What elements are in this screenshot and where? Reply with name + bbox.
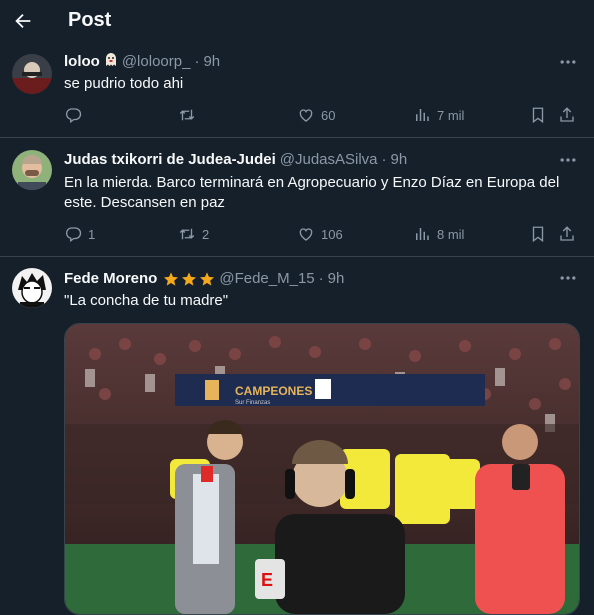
views-count: 8 mil [437,226,465,242]
username[interactable]: @Fede_M_15 [219,270,314,287]
bookmark-icon [532,226,544,243]
avatar[interactable] [12,150,52,190]
display-name[interactable]: Judas txikorri de Judea-Judei [64,151,276,168]
heart-icon [299,228,313,241]
avatar[interactable] [12,54,52,94]
timestamp[interactable]: 9h [328,270,345,287]
separator-dot: · [194,53,200,70]
reply-icon [65,227,82,243]
display-name[interactable]: loloo [64,53,100,70]
tweet-text: En la mierda. Barco terminará en Agropec… [64,174,560,211]
banner-subtext: Sur Finanzas [235,400,270,406]
views-button[interactable]: 7 mil [413,106,464,124]
display-name[interactable]: Fede Moreno [64,270,157,287]
bookmark-icon [532,107,544,124]
views-count: 7 mil [437,107,465,123]
avatar-image [12,150,52,190]
views-chart-icon [416,228,429,240]
tweet-text: se pudrio todo ahi [64,75,184,92]
avatar-image [12,54,52,94]
star-emoji-icon [161,271,215,287]
like-button[interactable]: 106 [297,225,343,243]
views-button[interactable]: 8 mil [413,225,464,243]
views-chart-icon [416,109,429,121]
retweet-icon [179,228,195,240]
share-icon [560,107,574,122]
heart-icon [299,109,313,122]
avatar[interactable] [12,268,52,308]
retweet-icon [179,109,195,121]
divider [0,137,594,138]
retweet-count: 2 [202,226,210,242]
username[interactable]: @loloorp_ [122,53,191,70]
username[interactable]: @JudasASilva [280,151,378,168]
like-count: 60 [321,107,336,123]
separator-dot: · [318,270,324,287]
back-arrow-icon[interactable] [12,10,34,32]
more-options-icon[interactable] [558,268,578,288]
avatar-image [12,268,52,308]
tweet-header: Fede Moreno @Fede_M_15 · 9h [64,270,344,287]
share-button[interactable] [558,106,576,124]
share-icon [560,226,574,241]
mic-logo-text: E [261,570,273,590]
retweet-button[interactable]: 2 [178,225,209,243]
separator-dot: · [381,151,387,168]
reply-button[interactable] [64,106,88,124]
tweet-video[interactable]: CAMPEONES Sur Finanzas E [64,323,580,615]
more-options-icon[interactable] [558,150,578,170]
bookmark-button[interactable] [529,106,547,124]
tweet-header: Judas txikorri de Judea-Judei @JudasASil… [64,151,407,168]
video-frame: CAMPEONES Sur Finanzas E [65,324,579,614]
share-button[interactable] [558,225,576,243]
reply-icon [65,108,82,124]
retweet-button[interactable] [178,106,202,124]
bookmark-button[interactable] [529,225,547,243]
reply-button[interactable]: 1 [64,225,95,243]
banner-text: CAMPEONES [235,384,312,398]
top-bar: Post [0,0,594,44]
like-button[interactable]: 60 [297,106,335,124]
tweet-text: "La concha de tu madre" [64,292,229,309]
ghost-emoji-icon [104,52,118,71]
more-options-icon[interactable] [558,52,578,72]
timestamp[interactable]: 9h [391,151,408,168]
reply-count: 1 [88,226,96,242]
divider [0,256,594,257]
tweet-header: loloo @loloorp_ · 9h [64,52,220,71]
page-title: Post [68,9,112,31]
like-count: 106 [321,226,343,242]
timestamp[interactable]: 9h [203,53,220,70]
